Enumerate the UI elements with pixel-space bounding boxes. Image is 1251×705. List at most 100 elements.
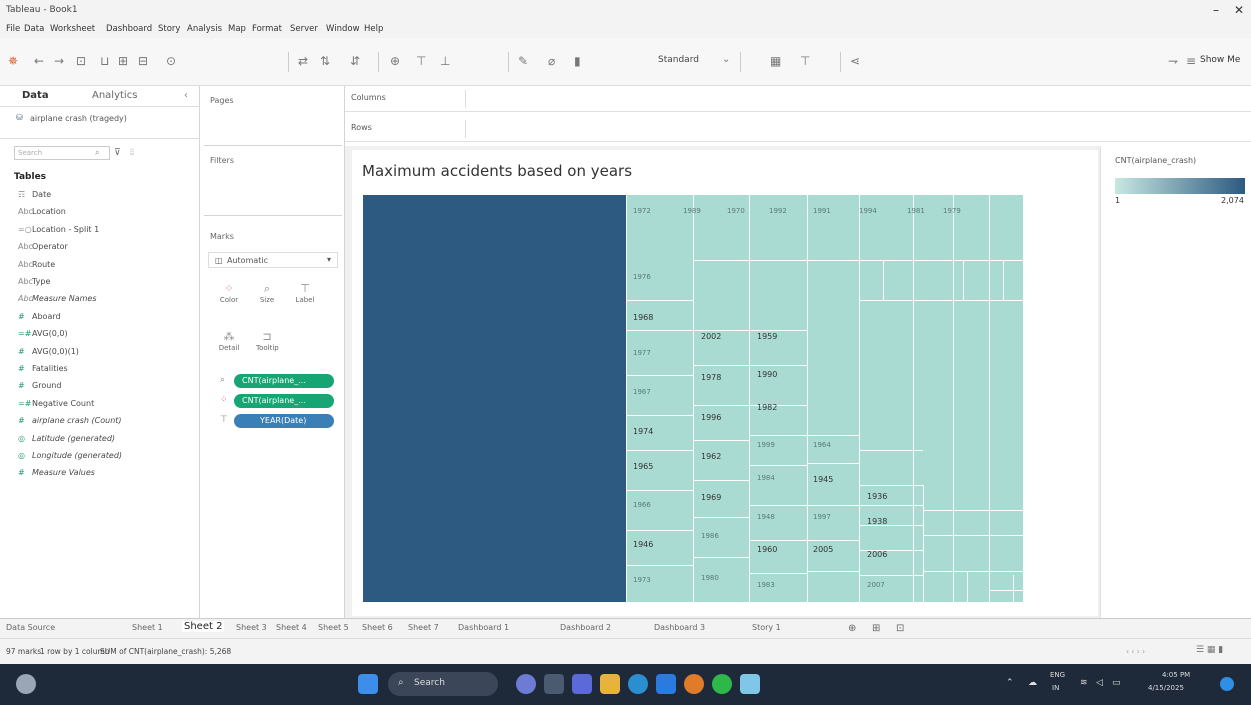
tab-dashboard-2[interactable]: Dashboard 2 <box>560 623 611 632</box>
field-item[interactable]: # Measure Values <box>18 468 95 477</box>
new-dashboard-icon[interactable]: ⊞ <box>872 623 880 634</box>
tab-sheet-5[interactable]: Sheet 5 <box>318 623 349 632</box>
region-label[interactable]: IN <box>1052 684 1059 692</box>
tab-data-source[interactable]: Data Source <box>6 623 55 632</box>
edge-icon[interactable] <box>628 674 648 694</box>
field-item[interactable]: # airplane crash (Count) <box>18 416 122 425</box>
show-labels-icon[interactable]: ⊤ <box>416 54 426 68</box>
cloud-icon[interactable]: ☁ <box>1028 678 1037 688</box>
show-me-button[interactable]: Show Me <box>1200 55 1240 65</box>
table-icon[interactable]: ▦ <box>770 54 781 68</box>
color-button[interactable]: ⁘ Color <box>218 282 240 304</box>
chrome-icon[interactable] <box>684 674 704 694</box>
field-item[interactable]: AbcLocation <box>18 207 66 216</box>
tab-sheet-7[interactable]: Sheet 7 <box>408 623 439 632</box>
collapse-icon[interactable]: ⇁ <box>1168 54 1178 68</box>
tab-sheet-2[interactable]: Sheet 2 <box>182 621 225 632</box>
pages-shelf[interactable] <box>204 86 342 146</box>
datasource-name[interactable]: airplane crash (tragedy) <box>30 114 127 123</box>
notification-icon[interactable] <box>1220 677 1234 691</box>
year-pill[interactable]: YEAR(Date) <box>234 414 334 428</box>
field-item[interactable]: ◎ Longitude (generated) <box>18 451 122 460</box>
label-button[interactable]: ⊤ Label <box>294 282 316 304</box>
field-item[interactable]: AbcRoute <box>18 260 55 269</box>
duplicate-icon[interactable]: ⊟ <box>138 54 148 68</box>
field-item[interactable]: # AVG(0,0)(1) <box>18 347 79 356</box>
tab-story-1[interactable]: Story 1 <box>752 623 781 632</box>
menu-worksheet[interactable]: Worksheet <box>50 24 95 34</box>
field-item[interactable]: AbcType <box>18 277 50 286</box>
share-icon[interactable]: ⋖ <box>850 54 860 68</box>
tab-sheet-3[interactable]: Sheet 3 <box>236 623 267 632</box>
size-button[interactable]: ⌕ Size <box>256 282 278 304</box>
tab-sheet-4[interactable]: Sheet 4 <box>276 623 307 632</box>
clock-date[interactable]: 4/15/2025 <box>1148 684 1184 692</box>
tab-dashboard-3[interactable]: Dashboard 3 <box>654 623 705 632</box>
columns-shelf[interactable]: Columns <box>345 86 1251 112</box>
menu-dashboard[interactable]: Dashboard <box>106 24 152 34</box>
tableau-app-icon[interactable] <box>740 674 760 694</box>
new-worksheet-icon[interactable]: ⊞ <box>118 54 128 68</box>
treemap-cell-max[interactable] <box>363 195 626 602</box>
size-pill[interactable]: CNT(airplane_... <box>234 374 334 388</box>
menu-server[interactable]: Server <box>290 24 318 34</box>
collapse-pane-icon[interactable]: ‹ <box>184 90 188 101</box>
tab-data[interactable]: Data <box>22 90 49 101</box>
mark-type-dropdown[interactable]: ◫ Automatic ▾ <box>208 252 338 268</box>
presentation-icon[interactable]: ⌀ <box>548 54 555 68</box>
view-mode-icon[interactable]: ☰ ▦ ▮ <box>1196 645 1223 655</box>
windows-start-icon[interactable] <box>358 674 378 694</box>
whatsapp-icon[interactable] <box>712 674 732 694</box>
view-options-icon[interactable]: ⦙⦙ <box>130 148 134 158</box>
new-story-icon[interactable]: ⊡ <box>896 623 904 634</box>
menu-format[interactable]: Format <box>252 24 282 34</box>
filter-icon[interactable]: ⊽ <box>114 148 121 158</box>
field-item[interactable]: # Ground <box>18 381 61 390</box>
highlight-icon[interactable]: ✎ <box>518 54 528 68</box>
menu-map[interactable]: Map <box>228 24 246 34</box>
filters-shelf[interactable] <box>204 146 342 216</box>
menu-window[interactable]: Window <box>326 24 360 34</box>
save-icon[interactable]: ⊡ <box>76 54 86 68</box>
field-item[interactable]: # Aboard <box>18 312 61 321</box>
menu-story[interactable]: Story <box>158 24 180 34</box>
tooltip-button[interactable]: ⊐ Tooltip <box>256 330 279 352</box>
treemap[interactable]: 1972 1989 1970 1992 1991 1994 1981 1979 1976 1968… <box>363 195 1023 602</box>
fit-dropdown[interactable]: Standard <box>658 55 699 65</box>
sort-asc-icon[interactable]: ⇅ <box>320 54 330 68</box>
color-pill[interactable]: CNT(airplane_... <box>234 394 334 408</box>
tab-sheet-1[interactable]: Sheet 1 <box>132 623 163 632</box>
tab-dashboard-1[interactable]: Dashboard 1 <box>458 623 509 632</box>
rows-shelf[interactable]: Rows <box>345 116 1251 142</box>
wifi-icon[interactable]: ≋ <box>1080 678 1088 688</box>
field-item[interactable]: =#Negative Count <box>18 399 94 408</box>
fix-axes-icon[interactable]: ⊥ <box>440 54 450 68</box>
taskbar-search[interactable]: ⌕ Search <box>388 672 498 696</box>
teams-icon[interactable] <box>572 674 592 694</box>
detail-button[interactable]: ⁂ Detail <box>218 330 240 352</box>
volume-icon[interactable]: ◁ <box>1096 678 1103 688</box>
store-icon[interactable] <box>656 674 676 694</box>
field-item[interactable]: # Fatalities <box>18 364 68 373</box>
menu-file[interactable]: File <box>6 24 20 34</box>
tab-sheet-6[interactable]: Sheet 6 <box>362 623 393 632</box>
field-item[interactable]: AbcOperator <box>18 242 68 251</box>
clock-time[interactable]: 4:05 PM <box>1162 671 1190 679</box>
tray-chevron-icon[interactable]: ⌃ <box>1006 678 1014 688</box>
swap-icon[interactable]: ⇄ <box>298 54 308 68</box>
undo-icon[interactable]: ← <box>34 54 44 68</box>
file-explorer-icon[interactable] <box>600 674 620 694</box>
tab-analytics[interactable]: Analytics <box>92 90 137 101</box>
menu-help[interactable]: Help <box>364 24 383 34</box>
show-me-icon[interactable]: ≡ <box>1186 54 1196 68</box>
field-item[interactable]: AbcMeasure Names <box>18 294 97 303</box>
sort-desc-icon[interactable]: ⇵ <box>350 54 360 68</box>
group-icon[interactable]: ⊕ <box>390 54 400 68</box>
menu-analysis[interactable]: Analysis <box>187 24 222 34</box>
tooltip-icon[interactable]: ⊤ <box>800 54 810 68</box>
task-view-icon[interactable] <box>544 674 564 694</box>
new-datasource-icon[interactable]: ⊔ <box>100 54 109 68</box>
field-item[interactable]: =#AVG(0,0) <box>18 329 68 338</box>
field-item[interactable]: ◎ Latitude (generated) <box>18 434 115 443</box>
field-item[interactable]: ☶ Date <box>18 190 51 199</box>
